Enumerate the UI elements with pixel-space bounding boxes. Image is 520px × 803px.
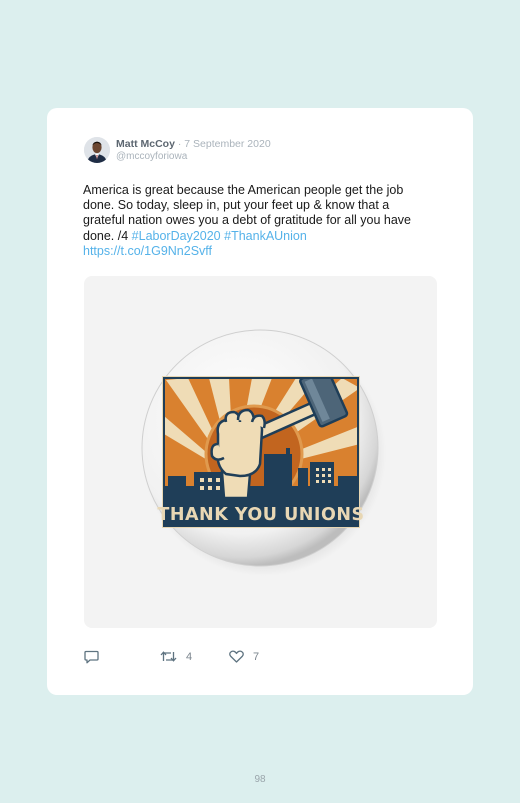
tweet-text-line: grateful nation owes you a debt of grati… [83, 213, 411, 228]
tweet-date[interactable]: 7 September 2020 [184, 138, 270, 150]
avatar[interactable] [84, 137, 110, 163]
page-number: 98 [254, 774, 266, 785]
union-button-image: THANK YOU UNIONS [141, 329, 386, 576]
retweet-count: 4 [186, 650, 193, 663]
tweet-actions: 4 7 [84, 650, 444, 666]
author-line: Matt McCoy · 7 September 2020 [116, 138, 271, 151]
hashtag-thankaunion[interactable]: #ThankAUnion [224, 229, 307, 243]
tweet-text-line-last: done. /4 #LaborDay2020 #ThankAUnion [83, 229, 443, 244]
tweet-text-fragment: done. /4 [83, 228, 129, 243]
tweet-card: Matt McCoy · 7 September 2020 @mccoyfori… [47, 108, 473, 695]
retweet-button[interactable]: 4 [160, 650, 192, 663]
heart-icon [229, 650, 244, 663]
tweet-text-line: done. So today, sleep in, put your feet … [83, 198, 390, 213]
avatar-image [84, 137, 110, 163]
tweet-text: America is great because the American pe… [83, 183, 443, 259]
tweet-text-line: America is great because the American pe… [83, 183, 404, 197]
like-button[interactable]: 7 [229, 650, 259, 663]
tweet-media[interactable]: THANK YOU UNIONS [84, 276, 437, 628]
retweet-icon [160, 651, 177, 662]
author-name[interactable]: Matt McCoy [116, 138, 175, 150]
like-count: 7 [253, 650, 260, 663]
separator-dot: · [177, 138, 182, 150]
tweet-url[interactable]: https://t.co/1G9Nn2Svff [83, 244, 443, 259]
button-slogan: THANK YOU UNIONS [157, 505, 364, 525]
reply-icon [84, 650, 99, 664]
author-handle[interactable]: @mccoyforiowa [116, 151, 187, 162]
reply-button[interactable] [84, 650, 99, 664]
hashtag-laborday2020[interactable]: #LaborDay2020 [132, 229, 221, 243]
